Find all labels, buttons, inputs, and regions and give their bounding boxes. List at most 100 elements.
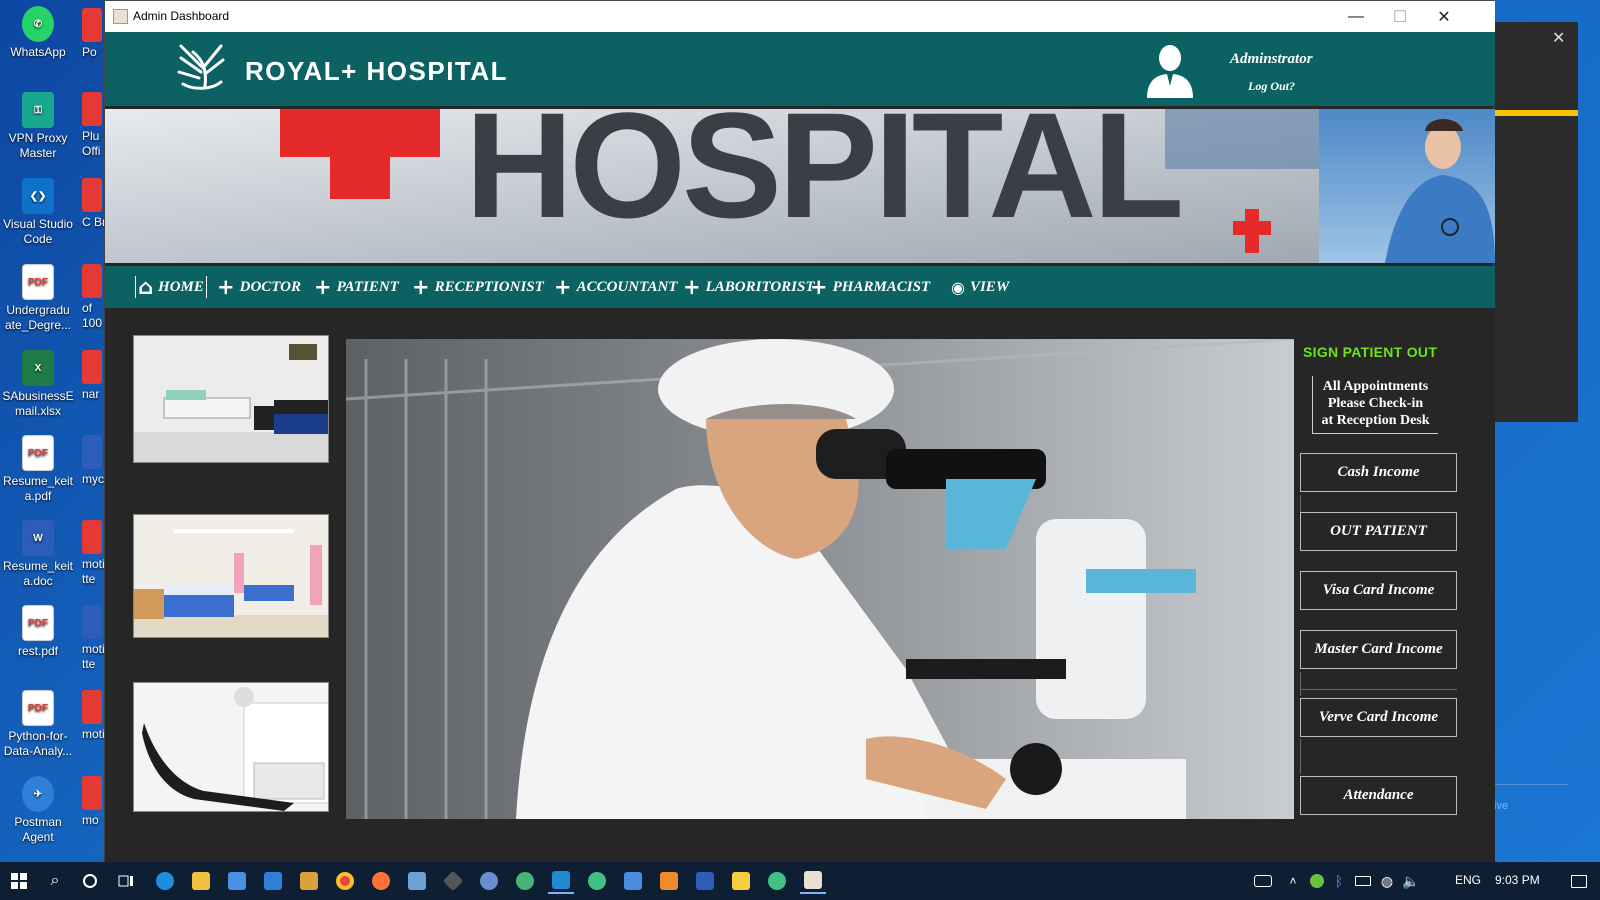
rstudio-icon[interactable] [512,868,538,894]
file-explorer-icon[interactable] [188,868,214,894]
desktop-icon-postman[interactable]: ✈ Postman Agent [0,776,76,845]
desktop-icon-label: Postman Agent [14,815,62,844]
minimize-button[interactable]: — [1333,1,1379,32]
nav-doctor[interactable]: + DOCTOR [217,266,301,308]
divider [1300,495,1301,512]
word-icon: W [22,520,54,556]
nav-view[interactable]: ◉ VIEW [951,266,1009,308]
logout-link[interactable]: Log Out? [1248,79,1295,94]
whatsapp-icon: ✆ [22,6,54,42]
verve-card-income-button[interactable]: Verve Card Income [1300,698,1457,737]
cash-income-button[interactable]: Cash Income [1300,453,1457,492]
window-titlebar[interactable]: Admin Dashboard — ☐ ✕ [105,1,1495,32]
out-patient-button[interactable]: OUT PATIENT [1300,512,1457,551]
home-icon: ⌂ [138,275,154,299]
firefox-icon[interactable] [368,868,394,894]
task-view-icon[interactable] [113,868,139,894]
plus-icon: + [810,275,828,299]
app-icon[interactable] [584,868,610,894]
desktop-icon-partial[interactable]: mo [82,776,106,828]
nav-patient[interactable]: + PATIENT [314,266,399,308]
desktop-icon-partial[interactable]: moti tte [82,605,106,672]
nav-label: DOCTOR [239,278,302,295]
nav-home[interactable]: ⌂ HOME [135,275,207,299]
hospital-room-image [133,335,329,463]
main-navigation: ⌂ HOME + DOCTOR + PATIENT + RECEPTIONIST… [105,266,1495,308]
java-app-icon [113,9,128,24]
app-icon[interactable] [764,868,790,894]
app-icon[interactable] [620,868,646,894]
desktop-icon-label: WhatsApp [10,45,66,59]
key-icon: ⚿ [22,92,54,128]
desktop-icon-rest-pdf[interactable]: PDF rest.pdf [0,605,76,659]
virtualbox-icon[interactable] [404,868,430,894]
master-card-income-button[interactable]: Master Card Income [1300,630,1457,669]
battery-icon[interactable] [1350,868,1376,894]
plus-icon: + [412,275,430,299]
desktop-icon-resume-pdf[interactable]: PDF Resume_keit a.pdf [0,435,76,504]
word-icon[interactable] [692,868,718,894]
pdf-icon: PDF [22,435,54,471]
chevron-up-icon[interactable]: ˄ [1280,868,1306,894]
desktop-icon-undergrad-pdf[interactable]: PDF Undergradu ate_Degre... [0,264,76,333]
network-icon[interactable]: ◍ [1374,868,1400,894]
nav-laboritorist[interactable]: + LABORITORIST [683,266,815,308]
attendance-button[interactable]: Attendance [1300,776,1457,815]
desktop-icon-partial[interactable]: moti [82,690,106,742]
store-icon[interactable] [224,868,250,894]
clock[interactable]: 9:03 PM [1495,873,1540,887]
nav-label: LABORITORIST [705,278,815,295]
desktop-icon-vpn[interactable]: ⚿ VPN Proxy Master [0,92,76,161]
volume-icon[interactable]: 🔈 [1398,868,1424,894]
bluetooth-icon[interactable]: ᛒ [1326,868,1352,894]
admin-dashboard-window: Admin Dashboard — ☐ ✕ ROYAL+ HOSPITAL Ad… [104,0,1495,863]
maximize-button[interactable]: ☐ [1377,1,1423,32]
desktop-icon-label: SAbusinessE mail.xlsx [2,389,74,418]
nav-pharmacist[interactable]: + PHARMACIST [810,266,930,308]
desktop-icon-partial[interactable]: of 100 [82,264,106,331]
search-icon[interactable]: ⌕ [42,868,68,894]
plus-icon: + [554,275,572,299]
desktop-icon-partial[interactable]: Po [82,8,106,60]
nav-label: HOME [158,278,204,295]
sublime-icon[interactable] [656,868,682,894]
mail-icon[interactable] [260,868,286,894]
background-window-text: ive [1494,800,1509,812]
desktop-icon-resume-doc[interactable]: W Resume_keit a.doc [0,520,76,589]
nav-receptionist[interactable]: + RECEPTIONIST [412,266,544,308]
java-app-icon[interactable] [800,868,826,894]
desktop-icon-label: Python-for-Data-Analy... [3,729,73,758]
nav-accountant[interactable]: + ACCOUNTANT [554,266,677,308]
desktop-icon-partial[interactable]: C Br [82,178,106,230]
r-icon[interactable] [476,868,502,894]
vscode-icon[interactable] [548,868,574,894]
desktop-icon-python-pdf[interactable]: PDF Python-for-Data-Analy... [0,690,76,759]
cortana-icon[interactable] [77,868,103,894]
chrome-icon[interactable] [332,868,358,894]
app-icon[interactable] [296,868,322,894]
desktop-icon-xlsx[interactable]: X SAbusinessE mail.xlsx [0,350,76,419]
language-indicator[interactable]: ENG [1455,873,1481,887]
close-icon[interactable]: ✕ [1552,28,1565,48]
dental-clinic-image [133,682,329,812]
desktop-icon-partial[interactable]: Plu Offi [82,92,106,159]
sticky-notes-icon[interactable] [728,868,754,894]
desktop-icon-partial[interactable]: nar [82,350,106,402]
desktop-icon-partial[interactable]: myc [82,435,106,487]
desktop-icon-vscode[interactable]: ❮❯ Visual Studio Code [0,178,76,247]
windows-start-icon[interactable] [6,868,32,894]
admin-name: Adminstrator [1230,51,1313,67]
sign-patient-out-link[interactable]: SIGN PATIENT OUT [1303,344,1437,360]
edge-icon[interactable] [152,868,178,894]
keyboard-icon[interactable] [1250,868,1276,894]
close-button[interactable]: ✕ [1421,1,1467,32]
desktop-icon-whatsapp[interactable]: ✆ WhatsApp [0,6,76,60]
plus-icon: + [314,275,332,299]
git-icon[interactable] [440,868,466,894]
desktop-icon-label: Visual Studio Code [3,217,73,246]
hospital-logo-icon [177,44,225,90]
plus-icon: + [683,275,701,299]
desktop-icon-partial[interactable]: moti tte [82,520,106,587]
visa-card-income-button[interactable]: Visa Card Income [1300,571,1457,610]
notifications-icon[interactable] [1566,868,1592,894]
